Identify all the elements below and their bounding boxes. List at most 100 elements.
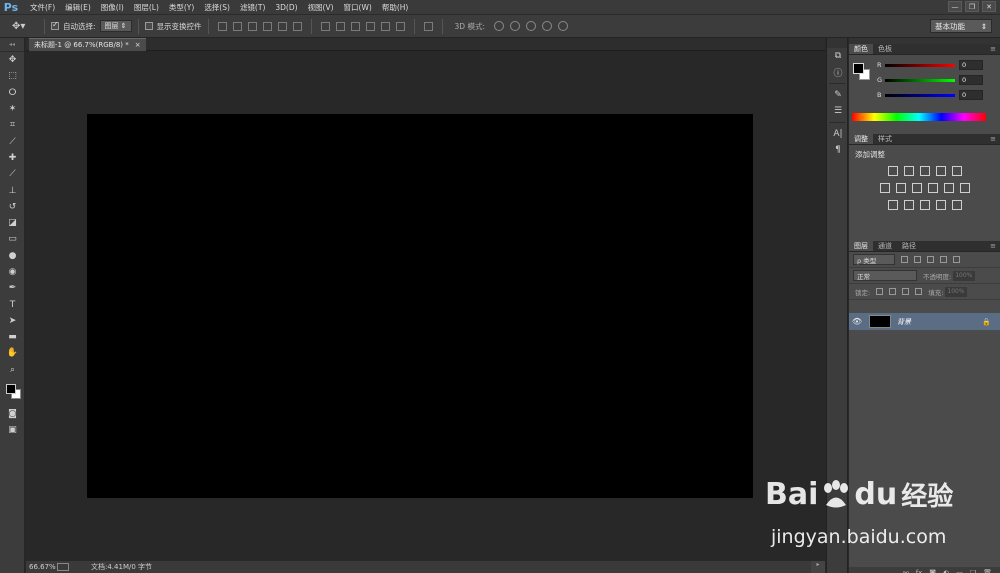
eraser-tool-icon[interactable]: ◪ bbox=[0, 215, 25, 231]
trash-icon[interactable]: 🗑 bbox=[983, 569, 992, 573]
screen-mode-icon[interactable]: ▣ bbox=[0, 422, 25, 438]
eyedropper-tool-icon[interactable]: ⟋ bbox=[0, 133, 25, 149]
filter-pixel-icon[interactable] bbox=[901, 256, 908, 263]
canvas-workspace[interactable] bbox=[26, 52, 825, 561]
visibility-eye-icon[interactable]: 👁 bbox=[849, 317, 865, 326]
history-panel-icon[interactable]: ⧉ bbox=[827, 48, 849, 64]
toolbox-collapse-handle[interactable]: ◂◂ bbox=[0, 38, 24, 52]
checkbox-checked-icon[interactable] bbox=[51, 22, 59, 30]
rectangle-tool-icon[interactable]: ▬ bbox=[0, 329, 25, 345]
filter-type-icon[interactable] bbox=[927, 256, 934, 263]
tool-presets-icon[interactable]: ☰ bbox=[827, 103, 849, 119]
panel-menu-icon[interactable]: ≡ bbox=[990, 135, 996, 143]
tab-layers[interactable]: 图层 bbox=[849, 241, 873, 251]
lasso-tool-icon[interactable]: ⵔ bbox=[0, 85, 25, 101]
selective-color-icon[interactable] bbox=[935, 200, 946, 210]
align-hcenter-icon[interactable] bbox=[277, 21, 287, 31]
3d-slide-icon[interactable] bbox=[542, 21, 552, 31]
workspace-dropdown[interactable]: 基本功能 ⇕ bbox=[930, 19, 992, 33]
color-spectrum-bar[interactable] bbox=[852, 113, 986, 121]
new-layer-icon[interactable]: ❏ bbox=[970, 569, 976, 573]
brush-tool-icon[interactable]: ⟋ bbox=[0, 166, 25, 182]
distribute-left-icon[interactable] bbox=[365, 21, 375, 31]
menu-layer[interactable]: 图层(L) bbox=[134, 2, 159, 13]
gradient-tool-icon[interactable]: ▭ bbox=[0, 231, 25, 247]
curves-icon[interactable] bbox=[919, 166, 930, 176]
tab-adjustments[interactable]: 调整 bbox=[849, 134, 873, 144]
align-top-icon[interactable] bbox=[217, 21, 227, 31]
color-swatches[interactable] bbox=[0, 378, 25, 406]
magic-wand-tool-icon[interactable]: ✶ bbox=[0, 101, 25, 117]
pen-tool-icon[interactable]: ✒ bbox=[0, 280, 25, 296]
black-white-icon[interactable] bbox=[911, 183, 922, 193]
blue-value-field[interactable]: 0 bbox=[959, 90, 983, 100]
auto-select-checkbox[interactable]: 自动选择: bbox=[51, 21, 96, 32]
align-right-icon[interactable] bbox=[292, 21, 302, 31]
align-vcenter-icon[interactable] bbox=[232, 21, 242, 31]
3d-pan-icon[interactable] bbox=[526, 21, 536, 31]
restore-button[interactable]: ❐ bbox=[965, 1, 979, 12]
minimize-button[interactable]: — bbox=[948, 1, 962, 12]
zoom-tool-icon[interactable]: ⌕ bbox=[0, 362, 25, 378]
tab-swatches[interactable]: 色板 bbox=[873, 44, 897, 54]
info-panel-icon[interactable]: ⓘ bbox=[827, 64, 849, 80]
lock-all-icon[interactable] bbox=[915, 288, 923, 295]
3d-roll-icon[interactable] bbox=[510, 21, 520, 31]
fx-icon[interactable]: fx bbox=[916, 569, 923, 573]
checkbox-unchecked-icon[interactable] bbox=[144, 22, 153, 30]
photo-filter-icon[interactable] bbox=[927, 183, 938, 193]
status-menu-icon[interactable] bbox=[57, 563, 69, 571]
color-balance-icon[interactable] bbox=[895, 183, 906, 193]
foreground-color-swatch[interactable] bbox=[6, 383, 16, 394]
levels-icon[interactable] bbox=[903, 166, 914, 176]
add-mask-icon[interactable]: ◙ bbox=[929, 569, 936, 573]
blue-slider[interactable] bbox=[885, 93, 955, 97]
menu-image[interactable]: 图像(I) bbox=[101, 2, 124, 13]
paragraph-panel-icon[interactable]: ¶ bbox=[827, 142, 849, 158]
zoom-level[interactable]: 66.67% bbox=[29, 563, 57, 571]
menu-select[interactable]: 选择(S) bbox=[204, 2, 230, 13]
type-tool-icon[interactable]: T bbox=[0, 296, 25, 312]
new-group-icon[interactable]: ▭ bbox=[956, 569, 963, 573]
brush-panel-icon[interactable]: ✎ bbox=[827, 87, 849, 103]
show-transform-checkbox[interactable]: 显示变换控件 bbox=[144, 21, 202, 32]
move-tool-icon[interactable]: ✥▾ bbox=[12, 21, 38, 32]
hand-tool-icon[interactable]: ✋ bbox=[0, 345, 25, 361]
tab-styles[interactable]: 样式 bbox=[873, 134, 897, 144]
lock-position-icon[interactable] bbox=[902, 288, 910, 295]
document-canvas[interactable] bbox=[87, 114, 753, 498]
hue-saturation-icon[interactable] bbox=[879, 183, 890, 193]
opacity-field[interactable]: 100% bbox=[953, 270, 976, 281]
layer-row-background[interactable]: 👁 背景 🔒 bbox=[849, 313, 1000, 330]
invert-icon[interactable] bbox=[887, 200, 898, 210]
3d-rotate-icon[interactable] bbox=[494, 21, 504, 31]
filter-smart-icon[interactable] bbox=[953, 256, 960, 263]
distribute-top-icon[interactable] bbox=[320, 21, 330, 31]
gradient-map-icon[interactable] bbox=[951, 200, 962, 210]
layer-filter-dropdown[interactable]: ρ 类型 bbox=[853, 254, 895, 265]
menu-window[interactable]: 窗口(W) bbox=[344, 2, 372, 13]
history-brush-tool-icon[interactable]: ↺ bbox=[0, 199, 25, 215]
menu-view[interactable]: 视图(V) bbox=[308, 2, 334, 13]
menu-3d[interactable]: 3D(D) bbox=[275, 3, 297, 12]
green-value-field[interactable]: 0 bbox=[959, 75, 983, 85]
threshold-icon[interactable] bbox=[919, 200, 930, 210]
menu-file[interactable]: 文件(F) bbox=[30, 2, 55, 13]
align-bottom-icon[interactable] bbox=[247, 21, 257, 31]
menu-help[interactable]: 帮助(H) bbox=[382, 2, 409, 13]
align-left-icon[interactable] bbox=[262, 21, 272, 31]
distribute-vcenter-icon[interactable] bbox=[335, 21, 345, 31]
link-layers-icon[interactable]: ⚯ bbox=[903, 569, 909, 573]
dodge-tool-icon[interactable]: ◉ bbox=[0, 264, 25, 280]
tab-color[interactable]: 颜色 bbox=[849, 44, 873, 54]
menu-filter[interactable]: 滤镜(T) bbox=[240, 2, 265, 13]
filter-shape-icon[interactable] bbox=[940, 256, 947, 263]
layer-name[interactable]: 背景 bbox=[897, 317, 911, 327]
red-value-field[interactable]: 0 bbox=[959, 60, 983, 70]
distribute-hcenter-icon[interactable] bbox=[380, 21, 390, 31]
green-slider[interactable] bbox=[885, 78, 955, 82]
quick-mask-icon[interactable]: ◙ bbox=[0, 406, 25, 422]
close-button[interactable]: ✕ bbox=[982, 1, 996, 12]
lock-transparent-icon[interactable] bbox=[876, 288, 884, 295]
auto-select-dropdown[interactable]: 图层 ⇕ bbox=[99, 20, 132, 32]
